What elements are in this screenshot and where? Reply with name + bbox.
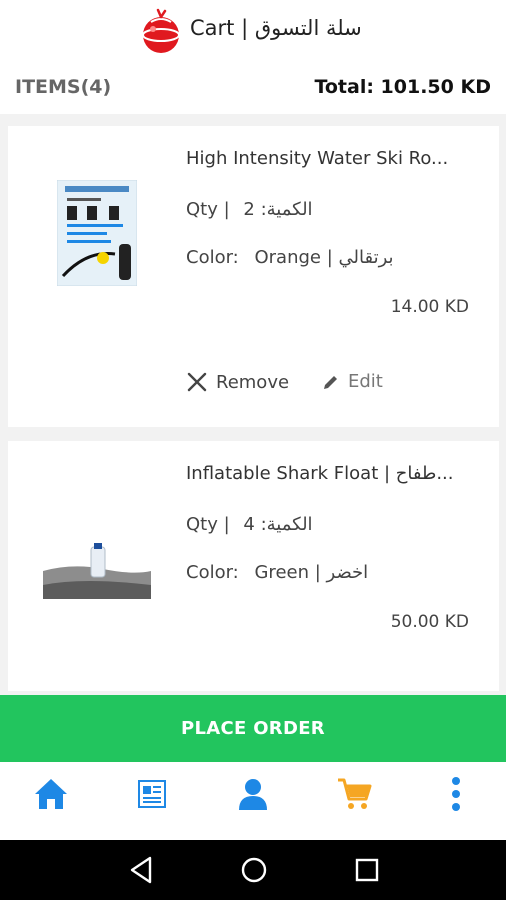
quantity-value: 2 [243, 199, 255, 220]
home-icon [35, 779, 67, 809]
pencil-icon [324, 375, 337, 389]
color-value: Orange | برتقالي [254, 247, 394, 268]
cart-total: Total: 101.50 KD [314, 76, 491, 98]
cart-summary: ITEMS(4) Total: 101.50 KD [0, 62, 506, 114]
remove-label: Remove [216, 371, 290, 393]
cart-item-card[interactable]: Inflatable Shark Float | طفاح... Qty | ا… [8, 441, 499, 691]
catalog-icon [138, 780, 166, 808]
cart-item-card[interactable]: High Intensity Water Ski Ro... Qty | الك… [8, 126, 499, 427]
color-row: Color: Green | اخضر [186, 562, 368, 583]
product-name[interactable]: Inflatable Shark Float | طفاح... [186, 463, 454, 484]
items-count: ITEMS(4) [15, 76, 112, 98]
close-icon [187, 372, 207, 392]
quantity-value: 4 [243, 514, 255, 535]
nav-profile[interactable] [233, 774, 273, 814]
app-header: Cart | سلة التسوق [0, 0, 506, 62]
home-circle-icon[interactable] [239, 855, 269, 885]
color-label: Color: [186, 247, 239, 268]
product-name[interactable]: High Intensity Water Ski Ro... [186, 148, 448, 169]
edit-button[interactable]: Edit [322, 371, 383, 392]
nav-cart[interactable] [334, 774, 374, 814]
nav-more[interactable] [436, 774, 476, 814]
color-row: Color: Orange | برتقالي [186, 247, 394, 268]
product-image[interactable] [57, 180, 137, 286]
color-label: Color: [186, 562, 239, 583]
cart-icon [338, 778, 372, 809]
place-order-label: PLACE ORDER [181, 718, 325, 739]
item-price: 14.00 KD [390, 297, 469, 317]
place-order-button[interactable]: PLACE ORDER [0, 695, 506, 762]
color-value: Green | اخضر [254, 562, 369, 583]
bottom-navigation [0, 762, 506, 840]
edit-label: Edit [348, 371, 383, 392]
user-icon [239, 779, 267, 810]
more-vertical-icon [452, 777, 460, 811]
product-image[interactable] [43, 541, 151, 603]
item-price: 50.00 KD [390, 612, 469, 632]
brand-logo-icon [142, 8, 180, 53]
back-icon[interactable] [128, 855, 154, 885]
quantity-row: Qty | الكمية: 4 [186, 514, 313, 535]
quantity-row: Qty | الكمية: 2 [186, 199, 313, 220]
remove-button[interactable]: Remove [186, 371, 289, 393]
recents-icon[interactable] [354, 855, 380, 885]
nav-home[interactable] [31, 774, 71, 814]
system-navigation-bar [0, 840, 506, 900]
page-title: Cart | سلة التسوق [190, 16, 362, 40]
nav-catalog[interactable] [132, 774, 172, 814]
